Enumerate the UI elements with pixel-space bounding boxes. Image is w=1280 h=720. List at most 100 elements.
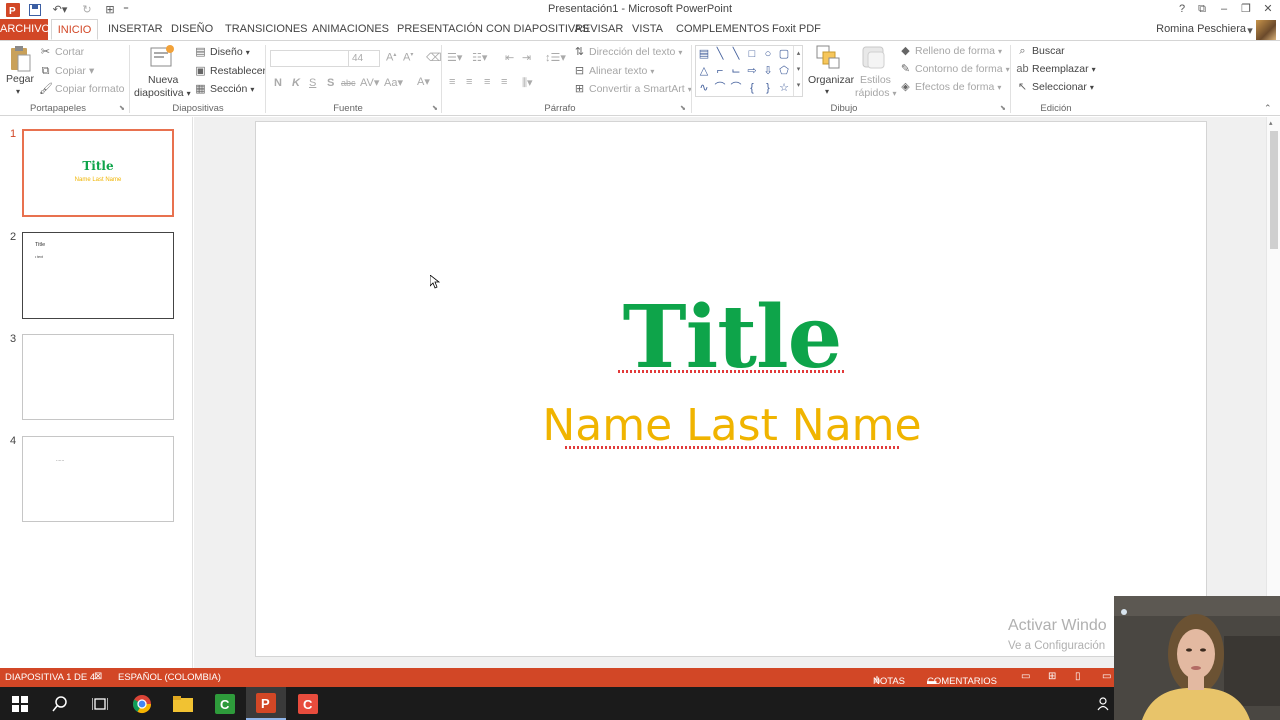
connector-shape-icon[interactable]: ⌐: [713, 64, 727, 78]
parrafo-launcher-icon[interactable]: ⬊: [680, 104, 686, 112]
tab-inicio[interactable]: INICIO: [51, 19, 98, 40]
slide-canvas[interactable]: Title Name Last Name: [255, 121, 1207, 657]
font-name-field[interactable]: [270, 50, 350, 67]
rounded-rect-shape-icon[interactable]: ▢: [777, 47, 791, 61]
font-color-icon[interactable]: A▾: [417, 75, 430, 88]
columns-icon[interactable]: ⫼▾: [522, 76, 533, 90]
character-spacing-icon[interactable]: AV▾: [360, 76, 379, 89]
shapes-gallery-scroll[interactable]: ▴ ▾ ▾: [793, 46, 803, 96]
scroll-up-icon[interactable]: ▴: [1269, 119, 1273, 127]
tab-archivo[interactable]: ARCHIVO: [0, 19, 50, 40]
triangle-shape-icon[interactable]: △: [697, 64, 711, 78]
organizar-dropdown-icon[interactable]: ▾: [825, 87, 829, 96]
slide-title[interactable]: Title: [256, 288, 1208, 388]
justify-icon[interactable]: ≡: [501, 76, 507, 88]
right-arrow-shape-icon[interactable]: ⇨: [745, 64, 759, 78]
pegar-dropdown-icon[interactable]: ▾: [16, 87, 20, 96]
slide-thumbnail-4[interactable]: ......: [22, 436, 174, 522]
down-arrow-shape-icon[interactable]: ⇩: [761, 64, 775, 78]
change-case-icon[interactable]: Aa▾: [384, 76, 403, 89]
copiar-formato-button[interactable]: 🖌 Copiar formato: [39, 83, 124, 95]
convertir-smartart-button[interactable]: ⊞ Convertir a SmartArt ▾: [573, 83, 692, 95]
increase-indent-icon[interactable]: ⇥: [522, 51, 531, 64]
minimize-button[interactable]: –: [1214, 1, 1234, 17]
line-shape-icon[interactable]: ╲: [729, 47, 743, 61]
shrink-font-icon[interactable]: A▾: [403, 51, 413, 64]
contorno-forma-button[interactable]: ✎ Contorno de forma ▾: [899, 63, 1010, 75]
cortar-button[interactable]: ✂ Cortar: [39, 46, 84, 58]
powerpoint-taskbar-icon[interactable]: P: [246, 687, 286, 720]
user-name[interactable]: Romina Peschiera: [1156, 23, 1246, 35]
normal-view-icon[interactable]: ▭: [1021, 671, 1030, 682]
organizar-button[interactable]: Organizar: [808, 74, 854, 86]
camtasia-icon[interactable]: C: [205, 687, 245, 720]
restore-button[interactable]: ❐: [1236, 1, 1256, 17]
arrange-icon[interactable]: [815, 44, 841, 70]
slide-thumbnail-3[interactable]: [22, 334, 174, 420]
direccion-texto-button[interactable]: ⇅ Dirección del texto ▾: [573, 46, 683, 58]
language-status[interactable]: ESPAÑOL (COLOMBIA): [118, 672, 221, 683]
tab-complementos[interactable]: COMPLEMENTOS: [676, 19, 769, 40]
avatar[interactable]: [1256, 20, 1276, 40]
tab-diseno[interactable]: DISEÑO: [171, 19, 213, 40]
new-slide-icon[interactable]: [149, 44, 175, 70]
help-icon[interactable]: ?: [1172, 1, 1192, 17]
rectangle-shape-icon[interactable]: □: [745, 47, 759, 61]
line-shape-icon[interactable]: ╲: [713, 47, 727, 61]
star-shape-icon[interactable]: ☆: [777, 81, 791, 95]
reading-view-icon[interactable]: ▯: [1075, 671, 1081, 682]
tab-transiciones[interactable]: TRANSICIONES: [225, 19, 308, 40]
spelling-icon[interactable]: ⊠: [94, 671, 102, 682]
shapes-gallery[interactable]: ▤ ╲ ╲ □ ○ ▢ △ ⌐ ⌙ ⇨ ⇩ ⬠ ∿ ⌒ ⌒ { } ☆ ▴ ▾ ▾: [695, 45, 803, 97]
efectos-forma-button[interactable]: ◈ Efectos de forma ▾: [899, 81, 1001, 93]
estilos-label[interactable]: Estilos: [860, 74, 891, 86]
align-left-icon[interactable]: ≡: [449, 76, 455, 88]
relleno-forma-button[interactable]: ◆ Relleno de forma ▾: [899, 45, 1002, 57]
portapapeles-launcher-icon[interactable]: ⬊: [119, 104, 125, 112]
decrease-indent-icon[interactable]: ⇤: [505, 51, 514, 64]
seleccionar-button[interactable]: ↖ Seleccionar ▾: [1016, 81, 1094, 93]
collapse-ribbon-icon[interactable]: ⌃: [1264, 103, 1272, 114]
copiar-button[interactable]: ⧉ Copiar ▾: [39, 65, 95, 77]
tab-revisar[interactable]: REVISAR: [575, 19, 623, 40]
tab-presentacion[interactable]: PRESENTACIÓN CON DIAPOSITIVAS: [397, 19, 589, 40]
grow-font-icon[interactable]: A▴: [386, 51, 396, 64]
strikethrough-button[interactable]: abc: [341, 78, 356, 88]
diseno-button[interactable]: ▤ Diseño ▾: [194, 46, 249, 58]
clear-format-icon[interactable]: ⌫: [426, 51, 442, 64]
search-icon[interactable]: [40, 687, 80, 720]
line-spacing-icon[interactable]: ↕☰▾: [545, 51, 566, 64]
align-right-icon[interactable]: ≡: [484, 76, 490, 88]
slide-thumbnail-2[interactable]: Title • text: [22, 232, 174, 319]
user-dropdown-icon[interactable]: ▾: [1246, 23, 1254, 38]
pegar-button[interactable]: Pegar: [6, 73, 34, 85]
align-center-icon[interactable]: ≡: [466, 76, 472, 88]
alinear-texto-button[interactable]: ⊟ Alinear texto ▾: [573, 65, 655, 77]
tab-foxit-pdf[interactable]: Foxit PDF: [772, 19, 821, 40]
paste-icon[interactable]: [8, 45, 32, 73]
textbox-shape-icon[interactable]: ▤: [697, 47, 711, 61]
tab-vista[interactable]: VISTA: [632, 19, 663, 40]
camtasia-recorder-icon[interactable]: C: [288, 687, 328, 720]
fuente-launcher-icon[interactable]: ⬊: [432, 104, 438, 112]
tab-animaciones[interactable]: ANIMACIONES: [312, 19, 389, 40]
seccion-button[interactable]: ▦ Sección ▾: [194, 83, 254, 95]
dibujo-launcher-icon[interactable]: ⬊: [1000, 104, 1006, 112]
windows-start-icon[interactable]: [0, 687, 40, 720]
nueva-label[interactable]: Nueva: [148, 74, 178, 86]
estilos-rapidos-button[interactable]: rápidos ▾: [855, 87, 896, 99]
slide-sorter-icon[interactable]: ⊞: [1048, 671, 1056, 682]
task-view-icon[interactable]: [80, 687, 120, 720]
tab-insertar[interactable]: INSERTAR: [108, 19, 163, 40]
chrome-icon[interactable]: [122, 687, 162, 720]
curve-shape-icon[interactable]: ∿: [697, 81, 711, 95]
oval-shape-icon[interactable]: ○: [761, 47, 775, 61]
shadow-button[interactable]: S: [327, 77, 334, 89]
italic-button[interactable]: K: [292, 77, 300, 89]
buscar-button[interactable]: ⌕ Buscar: [1016, 45, 1064, 57]
underline-button[interactable]: S: [309, 77, 316, 89]
restablecer-button[interactable]: ▣ Restablecer: [194, 65, 266, 77]
right-brace-shape-icon[interactable]: }: [761, 81, 775, 95]
elbow-connector-icon[interactable]: ⌙: [729, 64, 743, 78]
close-button[interactable]: ✕: [1258, 1, 1278, 17]
